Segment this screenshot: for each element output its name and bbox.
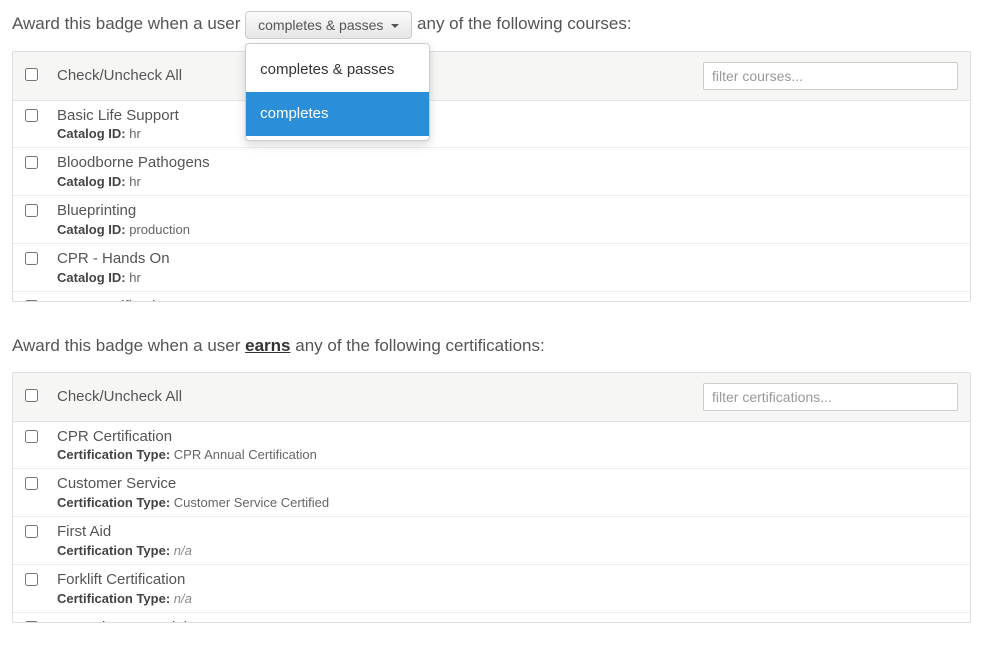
completion-type-menu: completes & passes completes — [245, 43, 430, 141]
course-checkbox[interactable] — [25, 156, 38, 169]
certs-sentence-suffix: any of the following certifications: — [295, 336, 544, 355]
course-checkbox[interactable] — [25, 109, 38, 122]
course-sub: Catalog ID: production — [57, 222, 958, 237]
course-row: Basic Life SupportCatalog ID: hr — [13, 101, 970, 149]
course-row: CPR CertificationCatalog ID: hr — [13, 292, 970, 301]
certs-filter-input[interactable] — [703, 383, 958, 411]
caret-down-icon — [391, 24, 399, 28]
course-title: CPR Certification — [57, 298, 958, 301]
courses-rule-sentence: Award this badge when a user completes &… — [12, 8, 971, 41]
course-title: Bloodborne Pathogens — [57, 154, 958, 173]
courses-panel: Check/Uncheck All Basic Life SupportCata… — [12, 51, 971, 302]
certs-earns-word: earns — [245, 336, 290, 355]
cert-title: Forklift Certification — [57, 571, 958, 590]
cert-title: Hazardous Materials — [57, 619, 958, 622]
cert-title: Customer Service — [57, 475, 958, 494]
courses-sentence-suffix: any of the following courses: — [417, 14, 632, 33]
courses-sentence-prefix: Award this badge when a user — [12, 14, 240, 33]
course-row: Bloodborne PathogensCatalog ID: hr — [13, 148, 970, 196]
course-row: CPR - Hands OnCatalog ID: hr — [13, 244, 970, 292]
completion-option-completes[interactable]: completes — [246, 92, 429, 136]
certs-panel-header: Check/Uncheck All — [13, 373, 970, 422]
cert-checkbox[interactable] — [25, 525, 38, 538]
course-row: BlueprintingCatalog ID: production — [13, 196, 970, 244]
cert-checkbox[interactable] — [25, 430, 38, 443]
certs-check-all[interactable] — [25, 389, 38, 402]
courses-list: Basic Life SupportCatalog ID: hrBloodbor… — [13, 101, 970, 301]
cert-title: CPR Certification — [57, 428, 958, 447]
course-checkbox[interactable] — [25, 252, 38, 265]
course-sub: Catalog ID: hr — [57, 174, 958, 189]
cert-sub: Certification Type: n/a — [57, 591, 958, 606]
cert-row: CPR CertificationCertification Type: CPR… — [13, 422, 970, 470]
course-checkbox[interactable] — [25, 300, 38, 301]
cert-checkbox[interactable] — [25, 477, 38, 490]
course-title: Blueprinting — [57, 202, 958, 221]
course-sub: Catalog ID: hr — [57, 126, 958, 141]
certs-panel: Check/Uncheck All CPR CertificationCerti… — [12, 372, 971, 623]
cert-sub: Certification Type: CPR Annual Certifica… — [57, 447, 958, 462]
courses-panel-header: Check/Uncheck All — [13, 52, 970, 101]
cert-row: Customer ServiceCertification Type: Cust… — [13, 469, 970, 517]
certs-list: CPR CertificationCertification Type: CPR… — [13, 422, 970, 622]
certs-rule-sentence: Award this badge when a user earns any o… — [12, 330, 971, 362]
certs-sentence-prefix: Award this badge when a user — [12, 336, 240, 355]
cert-sub: Certification Type: n/a — [57, 543, 958, 558]
course-sub: Catalog ID: hr — [57, 270, 958, 285]
cert-row: First AidCertification Type: n/a — [13, 517, 970, 565]
cert-checkbox[interactable] — [25, 621, 38, 622]
cert-checkbox[interactable] — [25, 573, 38, 586]
cert-row: Forklift CertificationCertification Type… — [13, 565, 970, 613]
course-checkbox[interactable] — [25, 204, 38, 217]
cert-row: Hazardous MaterialsCertification Type: n… — [13, 613, 970, 622]
courses-check-all[interactable] — [25, 68, 38, 81]
certs-check-all-label: Check/Uncheck All — [57, 388, 703, 405]
course-title: Basic Life Support — [57, 107, 958, 126]
courses-filter-input[interactable] — [703, 62, 958, 90]
cert-title: First Aid — [57, 523, 958, 542]
completion-option-completes-passes[interactable]: completes & passes — [246, 48, 429, 92]
completion-type-dropdown[interactable]: completes & passes — [245, 11, 412, 39]
completion-type-selected: completes & passes — [258, 17, 383, 33]
course-title: CPR - Hands On — [57, 250, 958, 269]
cert-sub: Certification Type: Customer Service Cer… — [57, 495, 958, 510]
